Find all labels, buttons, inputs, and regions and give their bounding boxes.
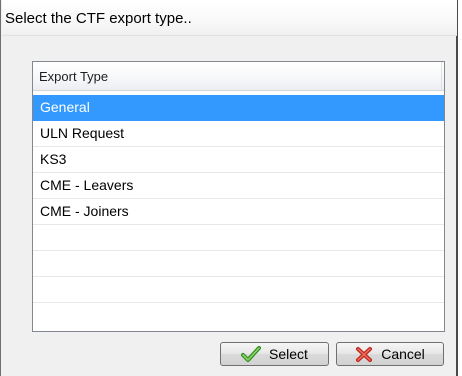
list-header[interactable]: Export Type [33, 62, 444, 91]
list-item-cme-joiners[interactable]: CME - Joiners [33, 199, 444, 225]
column-divider[interactable] [441, 62, 442, 91]
list-item-ks3[interactable]: KS3 [33, 147, 444, 173]
title-bar: Select the CTF export type.. [2, 0, 457, 36]
red-x-icon [356, 346, 373, 362]
list-item-label: CME - Leavers [40, 177, 134, 193]
list-empty-row [33, 277, 444, 303]
list-item-label: CME - Joiners [40, 203, 129, 219]
export-type-dialog: Select the CTF export type.. Export Type… [0, 0, 458, 376]
list-item-general[interactable]: General [33, 95, 444, 121]
cancel-button[interactable]: Cancel [336, 342, 444, 366]
list-item-label: General [40, 99, 90, 115]
export-type-list[interactable]: Export Type General ULN Request KS3 CME … [32, 61, 445, 332]
list-item-uln-request[interactable]: ULN Request [33, 121, 444, 147]
list-item-label: KS3 [40, 151, 67, 167]
list-item-label: ULN Request [40, 125, 125, 141]
select-button-label: Select [269, 346, 308, 362]
list-item-cme-leavers[interactable]: CME - Leavers [33, 173, 444, 199]
select-button[interactable]: Select [220, 342, 329, 366]
cancel-button-label: Cancel [381, 346, 425, 362]
green-checkmark-icon [241, 345, 262, 362]
dialog-title: Select the CTF export type.. [5, 10, 192, 27]
column-header-export-type[interactable]: Export Type [39, 69, 108, 84]
list-empty-row [33, 251, 444, 277]
list-empty-row [33, 225, 444, 251]
list-rows: General ULN Request KS3 CME - Leavers CM… [33, 95, 444, 303]
